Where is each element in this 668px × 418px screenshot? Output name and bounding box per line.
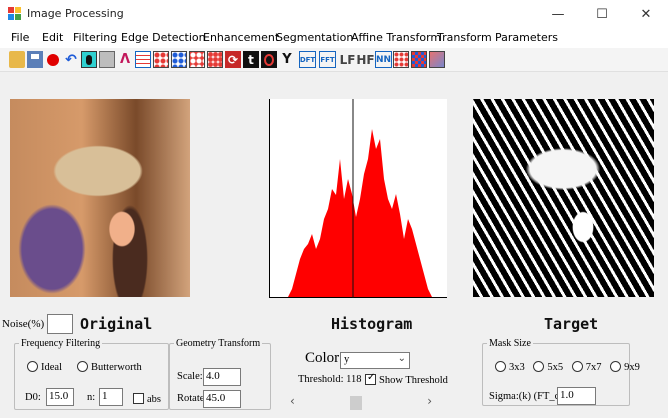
scroll-left-icon[interactable]: ‹ [290, 394, 295, 408]
mask-5x5-radio[interactable]: 5x5 [533, 361, 564, 373]
text-t-icon[interactable]: t [243, 51, 259, 68]
mask-9x9-label: 9x9 [624, 362, 640, 373]
target-label: Target [544, 315, 599, 333]
threshold-scrollbar[interactable]: ‹ › [287, 394, 435, 411]
sigma-label: Sigma:(k) (FT_c) [489, 391, 563, 402]
app-icon [8, 7, 22, 21]
menu-edge-detection[interactable]: Edge Detection [121, 31, 206, 44]
abs-label: abs [147, 394, 161, 405]
mask-5x5-label: 5x5 [547, 362, 564, 373]
color-label: Color [305, 350, 340, 366]
hf-icon[interactable]: HF [357, 51, 374, 68]
n-input[interactable]: 1 [99, 388, 123, 406]
histogram-plot [288, 99, 432, 298]
invert-icon[interactable] [81, 51, 97, 68]
butterworth-radio[interactable]: Butterworth [77, 361, 142, 373]
mask-size-legend: Mask Size [489, 338, 531, 349]
geometry-transform-legend: Geometry Transform [176, 338, 261, 349]
open-folder-icon[interactable] [9, 51, 25, 68]
frequency-filtering-legend: Frequency Filtering [21, 338, 101, 349]
nn-icon[interactable]: NN [375, 51, 392, 68]
show-threshold-label: Show Threshold [379, 375, 448, 386]
menu-enhancement[interactable]: Enhancement [203, 31, 279, 44]
y-branch-icon[interactable]: Y [279, 51, 295, 68]
ideal-radio-circle[interactable] [27, 361, 38, 372]
show-threshold-checkbox-box[interactable]: ✓ [365, 372, 376, 385]
d0-input[interactable]: 15.0 [46, 388, 74, 406]
mask-size-group: Mask Size 3x3 5x5 7x7 9x9 Sigma:(k) (FT_… [482, 338, 640, 406]
menu-transform[interactable]: Transform [437, 31, 492, 44]
rotate-input[interactable]: 45.0 [203, 390, 241, 408]
fft-icon[interactable]: FFT [319, 51, 336, 68]
noise-input[interactable] [47, 314, 73, 334]
window-title: Image Processing [27, 7, 124, 20]
menu-filtering[interactable]: Filtering [73, 31, 117, 44]
mask-3x3-radio[interactable]: 3x3 [495, 361, 525, 373]
original-image [10, 99, 190, 297]
mask-3x3-label: 3x3 [509, 362, 525, 373]
triangle-icon[interactable]: Λ [117, 51, 133, 68]
close-button[interactable]: ✕ [624, 0, 668, 28]
histogram-label: Histogram [331, 315, 413, 333]
sigma-input[interactable]: 1.0 [557, 387, 596, 405]
d0-label: D0: [25, 392, 41, 403]
histogram-area [288, 129, 432, 297]
dots-red-icon[interactable] [189, 51, 205, 68]
abs-checkbox-box[interactable] [133, 393, 144, 404]
color-select[interactable]: y ⌄ [340, 352, 410, 369]
menu-file[interactable]: File [11, 31, 29, 44]
geometry-transform-group: Geometry Transform Scale: 4.0 Rotate: 45… [169, 338, 271, 410]
threshold-value: Threshold: 118 [298, 374, 362, 385]
matrix-icon[interactable] [207, 51, 223, 68]
save-icon[interactable] [27, 51, 43, 68]
butterworth-radio-circle[interactable] [77, 361, 88, 372]
grid-lines-icon[interactable] [135, 51, 151, 68]
ideal-label: Ideal [41, 362, 62, 373]
mask-9x9-radio[interactable]: 9x9 [610, 361, 640, 373]
mask-size-options: 3x3 5x5 7x7 9x9 [495, 361, 640, 373]
menu-affine-transform[interactable]: Affine Transform [351, 31, 441, 44]
record-icon[interactable] [45, 51, 61, 68]
histogram-chart [269, 99, 447, 298]
dots-blue-icon[interactable] [171, 51, 187, 68]
original-label: Original [80, 315, 153, 333]
menu-segmentation[interactable]: Segmentation [276, 31, 353, 44]
menu-bar: File Edit Filtering Edge Detection Enhan… [0, 28, 668, 48]
mosaic-icon[interactable] [411, 51, 427, 68]
gray-square-icon[interactable] [99, 51, 115, 68]
n-label: n: [87, 392, 96, 403]
butterworth-label: Butterworth [91, 362, 142, 373]
dots-icon[interactable] [153, 51, 169, 68]
rotate-icon[interactable]: ⟳ [225, 51, 241, 68]
toolbar: ↶ Λ ⟳ t Y DFT FFT LF HF NN [0, 48, 668, 72]
scale-input[interactable]: 4.0 [203, 368, 241, 386]
scroll-right-icon[interactable]: › [427, 394, 432, 408]
mask-7x7-radio[interactable]: 7x7 [571, 361, 602, 373]
pixel-grid-icon[interactable] [393, 51, 409, 68]
target-image [473, 99, 654, 297]
circle-icon[interactable] [261, 51, 277, 68]
menu-edit[interactable]: Edit [42, 31, 63, 44]
color-select-value: y [344, 354, 350, 365]
title-bar: Image Processing — ☐ ✕ [0, 0, 668, 28]
ideal-radio[interactable]: Ideal [27, 361, 62, 373]
image-icon[interactable] [429, 51, 445, 68]
menu-parameters[interactable]: Parameters [495, 31, 558, 44]
noise-label: Noise(%) [2, 318, 45, 330]
minimize-button[interactable]: — [536, 0, 580, 28]
scale-label: Scale: [177, 371, 203, 382]
chevron-down-icon: ⌄ [397, 353, 406, 364]
lf-icon[interactable]: LF [339, 51, 356, 68]
show-threshold-checkbox[interactable]: ✓ Show Threshold [365, 372, 448, 386]
maximize-button[interactable]: ☐ [580, 0, 624, 28]
abs-checkbox[interactable]: abs [133, 393, 161, 405]
scroll-thumb[interactable] [350, 396, 362, 410]
dft-icon[interactable]: DFT [299, 51, 316, 68]
frequency-filtering-group: Frequency Filtering Ideal Butterworth D0… [14, 338, 169, 410]
undo-icon[interactable]: ↶ [63, 51, 79, 68]
mask-7x7-label: 7x7 [585, 362, 602, 373]
